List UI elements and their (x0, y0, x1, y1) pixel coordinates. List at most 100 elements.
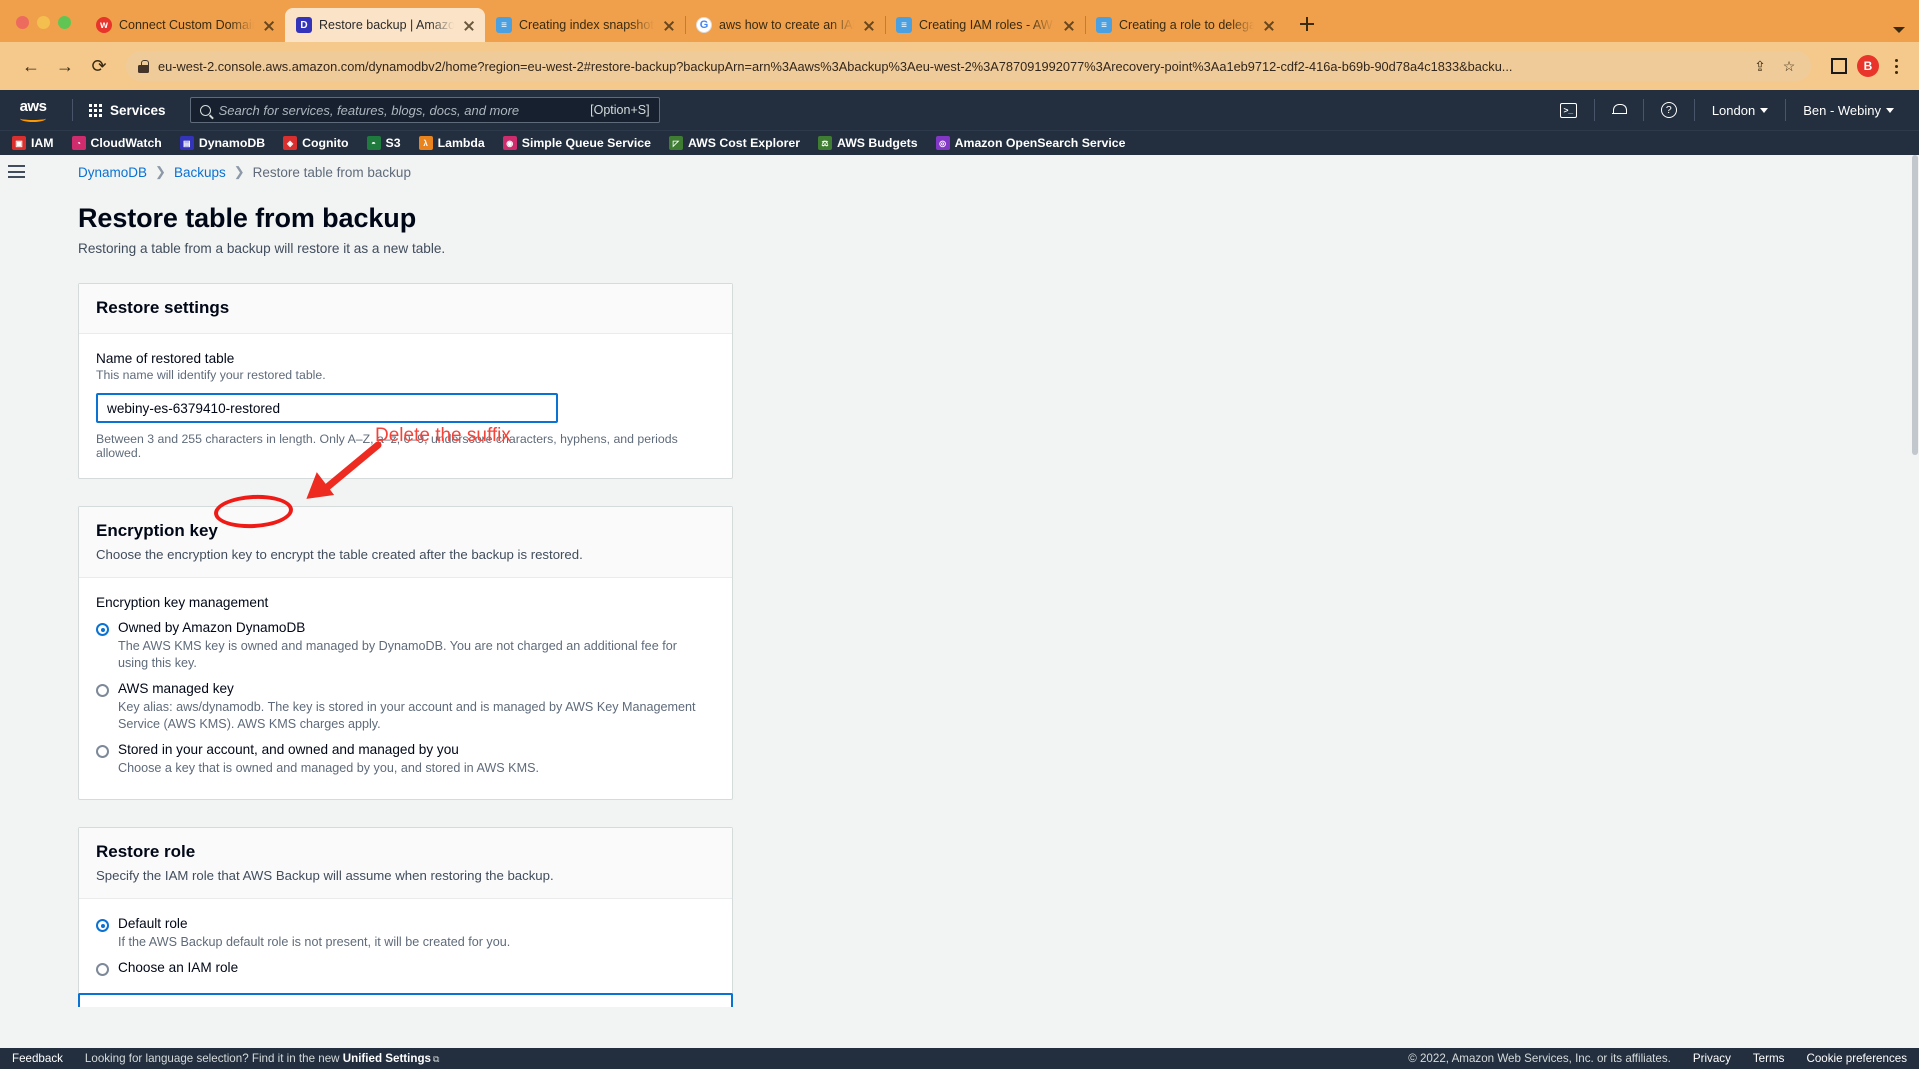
browser-tab-2[interactable]: D Restore backup | Amazon Dyna (285, 8, 485, 42)
close-icon[interactable] (1061, 17, 1077, 33)
cognito-icon: ◈ (283, 136, 297, 150)
bookmark-sqs[interactable]: ◉ Simple Queue Service (503, 136, 660, 150)
browser-tab-5[interactable]: ≡ Creating IAM roles - AWS Ident (885, 8, 1085, 42)
radio-icon[interactable] (96, 745, 109, 758)
bookmark-s3[interactable]: ◓ S3 (367, 136, 410, 150)
bookmark-star-icon[interactable]: ☆ (1779, 56, 1799, 76)
new-tab-button[interactable] (1293, 10, 1321, 38)
feedback-link[interactable]: Feedback (12, 1052, 63, 1065)
bookmark-budgets[interactable]: ⚖ AWS Budgets (818, 136, 927, 150)
bookmark-cost-explorer[interactable]: ◸ AWS Cost Explorer (669, 136, 809, 150)
aws-logo[interactable]: aws (14, 99, 52, 122)
tab-title: Restore backup | Amazon Dyna (319, 17, 454, 33)
radio-icon[interactable] (96, 684, 109, 697)
google-icon: G (696, 17, 712, 33)
tab-title: Connect Custom Domain | Web (119, 17, 254, 33)
services-menu-button[interactable]: Services (79, 103, 176, 118)
unified-settings-link[interactable]: Unified Settings (343, 1052, 431, 1065)
vertical-scrollbar[interactable] (1911, 155, 1919, 1048)
page-body: DynamoDB ❯ Backups ❯ Restore table from … (0, 155, 1919, 1048)
forward-button[interactable]: → (48, 49, 82, 83)
sidebar-toggle-icon[interactable] (8, 165, 25, 1048)
card-header: Restore role Specify the IAM role that A… (79, 828, 732, 899)
radio-icon[interactable] (96, 623, 109, 636)
radio-label: Default role (118, 916, 510, 931)
cookie-preferences-link[interactable]: Cookie preferences (1806, 1052, 1907, 1065)
minimize-window-button[interactable] (37, 16, 50, 29)
radio-option-choose-iam-role[interactable]: Choose an IAM role (96, 960, 715, 976)
close-icon[interactable] (1261, 17, 1277, 33)
external-link-icon: ⧉ (433, 1054, 439, 1064)
chevron-down-icon[interactable] (1893, 27, 1905, 33)
region-label: London (1712, 103, 1755, 118)
breadcrumb-item-dynamodb[interactable]: DynamoDB (78, 165, 147, 180)
browser-tab-4[interactable]: G aws how to create an IAM role (685, 8, 885, 42)
search-placeholder: Search for services, features, blogs, do… (219, 103, 583, 118)
terms-link[interactable]: Terms (1753, 1052, 1785, 1065)
sqs-icon: ◉ (503, 136, 517, 150)
radio-option-default-role[interactable]: Default role If the AWS Backup default r… (96, 916, 715, 951)
account-label: Ben - Webiny (1803, 103, 1881, 118)
breadcrumb-item-backups[interactable]: Backups (174, 165, 226, 180)
aws-console-header: aws Services Search for services, featur… (0, 90, 1919, 130)
breadcrumb: DynamoDB ❯ Backups ❯ Restore table from … (78, 155, 1919, 180)
window-controls[interactable] (0, 16, 85, 42)
privacy-link[interactable]: Privacy (1693, 1052, 1731, 1065)
share-icon[interactable]: ⇪ (1750, 56, 1770, 76)
radio-icon[interactable] (96, 963, 109, 976)
radio-option-owned-by-dynamodb[interactable]: Owned by Amazon DynamoDB The AWS KMS key… (96, 620, 715, 672)
browser-menu-icon[interactable] (1887, 59, 1905, 74)
question-mark-icon: ? (1661, 102, 1677, 118)
radio-label: AWS managed key (118, 681, 708, 696)
sidebar-rail (0, 155, 33, 1048)
iam-icon: ▣ (12, 136, 26, 150)
close-icon[interactable] (861, 17, 877, 33)
tab-title: aws how to create an IAM role (719, 17, 854, 33)
notifications-button[interactable] (1601, 103, 1637, 117)
radio-icon[interactable] (96, 919, 109, 932)
address-bar[interactable]: eu-west-2.console.aws.amazon.com/dynamod… (126, 51, 1811, 81)
radio-label: Choose an IAM role (118, 960, 238, 975)
breadcrumb-item-current: Restore table from backup (253, 165, 411, 180)
extensions-icon[interactable] (1831, 58, 1847, 74)
chevron-down-icon (1760, 108, 1768, 113)
chevron-right-icon: ❯ (234, 164, 245, 180)
bookmark-label: AWS Cost Explorer (688, 136, 800, 150)
bookmark-opensearch[interactable]: ◎ Amazon OpenSearch Service (936, 136, 1135, 150)
bell-icon (1612, 103, 1626, 117)
region-selector[interactable]: London (1701, 103, 1779, 118)
avatar[interactable]: B (1857, 55, 1879, 77)
search-input[interactable]: Search for services, features, blogs, do… (190, 97, 660, 123)
encryption-key-card: Encryption key Choose the encryption key… (78, 506, 733, 800)
scrollbar-thumb[interactable] (1912, 155, 1918, 455)
close-icon[interactable] (261, 17, 277, 33)
radio-option-customer-managed-key[interactable]: Stored in your account, and owned and ma… (96, 742, 715, 777)
table-name-input[interactable] (96, 393, 558, 423)
browser-tab-1[interactable]: w Connect Custom Domain | Web (85, 8, 285, 42)
aws-doc-icon: ≡ (896, 17, 912, 33)
tab-title: Creating IAM roles - AWS Ident (919, 17, 1054, 33)
browser-tab-3[interactable]: ≡ Creating index snapshots in Am (485, 8, 685, 42)
close-icon[interactable] (661, 17, 677, 33)
back-button[interactable]: ← (14, 49, 48, 83)
bookmark-lambda[interactable]: λ Lambda (419, 136, 494, 150)
bookmark-dynamodb[interactable]: ▤ DynamoDB (180, 136, 274, 150)
close-icon[interactable] (461, 17, 477, 33)
restore-settings-heading: Restore settings (96, 298, 715, 318)
cloudshell-button[interactable]: >_ (1549, 103, 1588, 118)
reload-button[interactable]: ⟳ (82, 49, 116, 83)
radio-option-aws-managed-key[interactable]: AWS managed key Key alias: aws/dynamodb.… (96, 681, 715, 733)
maximize-window-button[interactable] (58, 16, 71, 29)
console-footer: Feedback Looking for language selection?… (0, 1048, 1919, 1069)
aws-smile-icon (20, 115, 46, 122)
close-window-button[interactable] (16, 16, 29, 29)
bookmark-cognito[interactable]: ◈ Cognito (283, 136, 357, 150)
bookmark-cloudwatch[interactable]: ◔ CloudWatch (72, 136, 171, 150)
bookmark-label: Simple Queue Service (522, 136, 651, 150)
help-button[interactable]: ? (1650, 102, 1688, 118)
bookmark-iam[interactable]: ▣ IAM (12, 136, 63, 150)
dynamodb-icon: D (296, 17, 312, 33)
dynamodb-icon: ▤ (180, 136, 194, 150)
account-menu[interactable]: Ben - Webiny (1792, 103, 1905, 118)
browser-tab-6[interactable]: ≡ Creating a role to delegate per (1085, 8, 1285, 42)
